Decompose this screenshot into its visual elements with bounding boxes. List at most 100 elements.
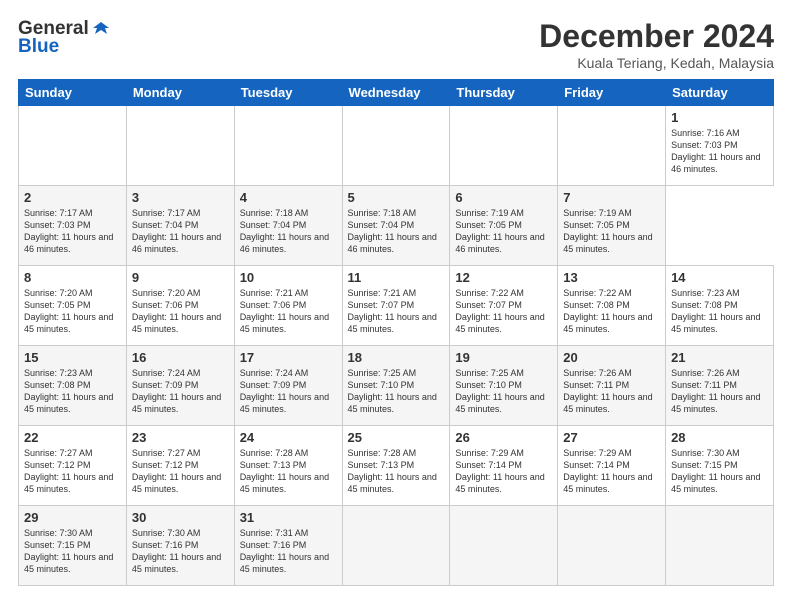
day-cell-23: 23 Sunrise: 7:27 AMSunset: 7:12 PMDayligh… — [126, 426, 234, 506]
day-cell-8: 8 Sunrise: 7:20 AMSunset: 7:05 PMDaylight… — [19, 266, 127, 346]
day-info: Sunrise: 7:27 AMSunset: 7:12 PMDaylight:… — [132, 447, 229, 496]
day-number: 20 — [563, 350, 660, 365]
day-info: Sunrise: 7:19 AMSunset: 7:05 PMDaylight:… — [563, 207, 660, 256]
empty-cell — [19, 106, 127, 186]
day-cell-22: 22Sunrise: 7:27 AMSunset: 7:12 PMDayligh… — [19, 426, 127, 506]
col-header-wednesday: Wednesday — [342, 80, 450, 106]
day-cell-3: 3Sunrise: 7:17 AMSunset: 7:04 PMDaylight… — [126, 186, 234, 266]
day-cell-7: 7 Sunrise: 7:19 AMSunset: 7:05 PMDaylight… — [558, 186, 666, 266]
day-number: 11 — [348, 270, 445, 285]
day-info: Sunrise: 7:26 AMSunset: 7:11 PMDaylight:… — [671, 367, 768, 416]
day-info: Sunrise: 7:17 AMSunset: 7:04 PMDaylight:… — [132, 207, 229, 256]
day-cell-21: 21 Sunrise: 7:26 AMSunset: 7:11 PMDayligh… — [666, 346, 774, 426]
day-number: 29 — [24, 510, 121, 525]
day-number: 14 — [671, 270, 768, 285]
day-number: 19 — [455, 350, 552, 365]
day-cell-28: 28 Sunrise: 7:30 AMSunset: 7:15 PMDayligh… — [666, 426, 774, 506]
week-row-3: 8 Sunrise: 7:20 AMSunset: 7:05 PMDaylight… — [19, 266, 774, 346]
day-cell-12: 12Sunrise: 7:22 AMSunset: 7:07 PMDayligh… — [450, 266, 558, 346]
day-info: Sunrise: 7:23 AMSunset: 7:08 PMDaylight:… — [24, 367, 121, 416]
day-cell-1: 1 Sunrise: 7:16 AMSunset: 7:03 PMDaylight… — [666, 106, 774, 186]
header: General Blue December 2024 Kuala Teriang… — [18, 18, 774, 71]
empty-cell — [558, 506, 666, 586]
day-info: Sunrise: 7:17 AMSunset: 7:03 PMDaylight:… — [24, 207, 121, 256]
day-number: 13 — [563, 270, 660, 285]
day-cell-29: 29 Sunrise: 7:30 AMSunset: 7:15 PMDayligh… — [19, 506, 127, 586]
day-cell-14: 14Sunrise: 7:23 AMSunset: 7:08 PMDayligh… — [666, 266, 774, 346]
logo: General Blue — [18, 18, 109, 58]
day-number: 27 — [563, 430, 660, 445]
day-info: Sunrise: 7:20 AMSunset: 7:06 PMDaylight:… — [132, 287, 229, 336]
day-cell-20: 20 Sunrise: 7:26 AMSunset: 7:11 PMDayligh… — [558, 346, 666, 426]
day-number: 15 — [24, 350, 121, 365]
logo-blue: Blue — [18, 36, 59, 58]
day-number: 8 — [24, 270, 121, 285]
page: General Blue December 2024 Kuala Teriang… — [0, 0, 792, 612]
day-number: 10 — [240, 270, 337, 285]
title-area: December 2024 Kuala Teriang, Kedah, Mala… — [539, 18, 774, 71]
day-number: 18 — [348, 350, 445, 365]
day-info: Sunrise: 7:22 AMSunset: 7:07 PMDaylight:… — [455, 287, 552, 336]
day-cell-18: 18Sunrise: 7:25 AMSunset: 7:10 PMDayligh… — [342, 346, 450, 426]
month-title: December 2024 — [539, 18, 774, 55]
day-number: 16 — [132, 350, 229, 365]
day-info: Sunrise: 7:30 AMSunset: 7:16 PMDaylight:… — [132, 527, 229, 576]
day-info: Sunrise: 7:29 AMSunset: 7:14 PMDaylight:… — [563, 447, 660, 496]
day-cell-16: 16 Sunrise: 7:24 AMSunset: 7:09 PMDayligh… — [126, 346, 234, 426]
week-row-4: 15 Sunrise: 7:23 AMSunset: 7:08 PMDayligh… — [19, 346, 774, 426]
day-cell-24: 24 Sunrise: 7:28 AMSunset: 7:13 PMDayligh… — [234, 426, 342, 506]
day-cell-5: 5Sunrise: 7:18 AMSunset: 7:04 PMDaylight… — [342, 186, 450, 266]
day-info: Sunrise: 7:16 AMSunset: 7:03 PMDaylight:… — [671, 127, 768, 176]
col-header-friday: Friday — [558, 80, 666, 106]
day-info: Sunrise: 7:31 AMSunset: 7:16 PMDaylight:… — [240, 527, 337, 576]
day-number: 28 — [671, 430, 768, 445]
day-number: 25 — [348, 430, 445, 445]
empty-cell — [558, 106, 666, 186]
empty-cell — [126, 106, 234, 186]
day-number: 23 — [132, 430, 229, 445]
day-info: Sunrise: 7:29 AMSunset: 7:14 PMDaylight:… — [455, 447, 552, 496]
day-info: Sunrise: 7:19 AMSunset: 7:05 PMDaylight:… — [455, 207, 552, 256]
day-cell-10: 10 Sunrise: 7:21 AMSunset: 7:06 PMDayligh… — [234, 266, 342, 346]
day-cell-11: 11 Sunrise: 7:21 AMSunset: 7:07 PMDayligh… — [342, 266, 450, 346]
day-cell-27: 27 Sunrise: 7:29 AMSunset: 7:14 PMDayligh… — [558, 426, 666, 506]
location: Kuala Teriang, Kedah, Malaysia — [539, 55, 774, 71]
day-cell-30: 30Sunrise: 7:30 AMSunset: 7:16 PMDayligh… — [126, 506, 234, 586]
col-header-tuesday: Tuesday — [234, 80, 342, 106]
day-number: 5 — [348, 190, 445, 205]
day-info: Sunrise: 7:21 AMSunset: 7:07 PMDaylight:… — [348, 287, 445, 336]
day-number: 1 — [671, 110, 768, 125]
col-header-thursday: Thursday — [450, 80, 558, 106]
day-info: Sunrise: 7:24 AMSunset: 7:09 PMDaylight:… — [132, 367, 229, 416]
day-cell-26: 26Sunrise: 7:29 AMSunset: 7:14 PMDayligh… — [450, 426, 558, 506]
day-info: Sunrise: 7:28 AMSunset: 7:13 PMDaylight:… — [348, 447, 445, 496]
empty-cell — [450, 506, 558, 586]
day-info: Sunrise: 7:18 AMSunset: 7:04 PMDaylight:… — [240, 207, 337, 256]
day-info: Sunrise: 7:28 AMSunset: 7:13 PMDaylight:… — [240, 447, 337, 496]
day-info: Sunrise: 7:30 AMSunset: 7:15 PMDaylight:… — [671, 447, 768, 496]
day-cell-4: 4 Sunrise: 7:18 AMSunset: 7:04 PMDaylight… — [234, 186, 342, 266]
day-cell-13: 13Sunrise: 7:22 AMSunset: 7:08 PMDayligh… — [558, 266, 666, 346]
week-row-5: 22Sunrise: 7:27 AMSunset: 7:12 PMDayligh… — [19, 426, 774, 506]
col-header-monday: Monday — [126, 80, 234, 106]
empty-cell — [342, 106, 450, 186]
day-info: Sunrise: 7:30 AMSunset: 7:15 PMDaylight:… — [24, 527, 121, 576]
day-number: 31 — [240, 510, 337, 525]
header-row: SundayMondayTuesdayWednesdayThursdayFrid… — [19, 80, 774, 106]
day-number: 4 — [240, 190, 337, 205]
day-cell-25: 25 Sunrise: 7:28 AMSunset: 7:13 PMDayligh… — [342, 426, 450, 506]
logo-bird-icon — [91, 20, 109, 38]
day-info: Sunrise: 7:25 AMSunset: 7:10 PMDaylight:… — [455, 367, 552, 416]
empty-cell — [342, 506, 450, 586]
day-info: Sunrise: 7:20 AMSunset: 7:05 PMDaylight:… — [24, 287, 121, 336]
day-cell-17: 17Sunrise: 7:24 AMSunset: 7:09 PMDayligh… — [234, 346, 342, 426]
calendar-table: SundayMondayTuesdayWednesdayThursdayFrid… — [18, 79, 774, 586]
day-cell-9: 9Sunrise: 7:20 AMSunset: 7:06 PMDaylight… — [126, 266, 234, 346]
day-info: Sunrise: 7:24 AMSunset: 7:09 PMDaylight:… — [240, 367, 337, 416]
day-info: Sunrise: 7:26 AMSunset: 7:11 PMDaylight:… — [563, 367, 660, 416]
day-info: Sunrise: 7:21 AMSunset: 7:06 PMDaylight:… — [240, 287, 337, 336]
day-number: 24 — [240, 430, 337, 445]
day-cell-2: 2Sunrise: 7:17 AMSunset: 7:03 PMDaylight… — [19, 186, 127, 266]
day-number: 7 — [563, 190, 660, 205]
day-number: 21 — [671, 350, 768, 365]
